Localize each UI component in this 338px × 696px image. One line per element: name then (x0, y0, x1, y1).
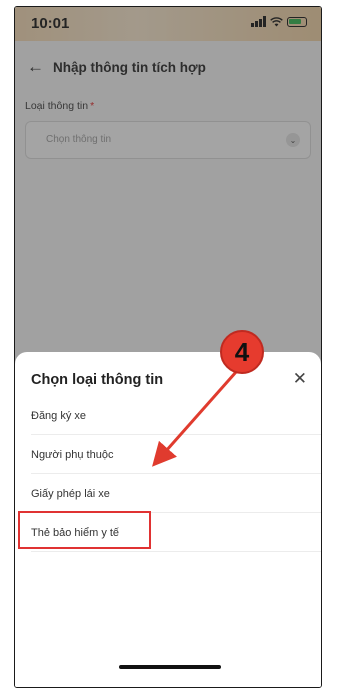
app-screen: 10:01 ← Nhập thông tin tích hợp Loại thô… (15, 7, 321, 687)
close-icon[interactable]: ✕ (293, 370, 307, 387)
option-vehicle-registration[interactable]: Đăng ký xe (31, 397, 321, 435)
highlight-box (18, 511, 151, 549)
phone-screenshot-frame: 10:01 ← Nhập thông tin tích hợp Loại thô… (14, 6, 322, 688)
home-indicator (119, 665, 221, 669)
option-driving-license[interactable]: Giấy phép lái xe (31, 475, 321, 513)
option-dependents[interactable]: Người phụ thuộc (31, 436, 321, 474)
step-number-badge: 4 (220, 330, 264, 374)
sheet-title: Chọn loại thông tin (31, 372, 164, 388)
